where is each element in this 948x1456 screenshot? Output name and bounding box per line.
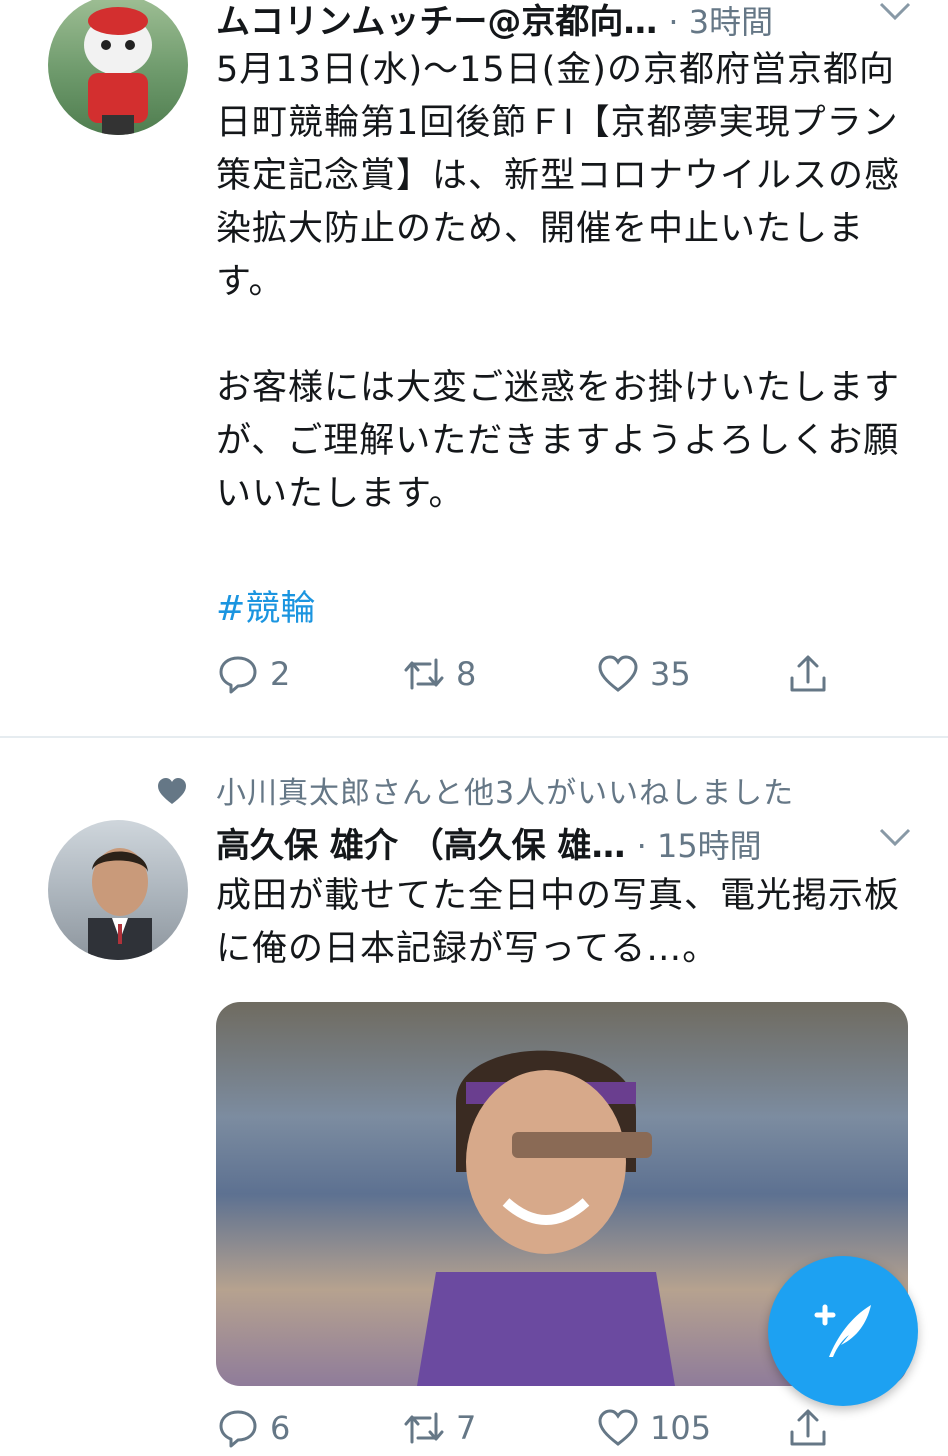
retweet-icon [404, 658, 444, 690]
hashtag-link[interactable]: #競輪 [216, 580, 315, 631]
tweet-timestamp[interactable]: · 15時間 [637, 827, 762, 865]
author-name[interactable]: 高久保 雄介 （高久保 雄… [216, 826, 626, 866]
tweet-header: 高久保 雄介 （高久保 雄… · 15時間 [216, 818, 762, 868]
share-icon [790, 655, 826, 692]
compose-tweet-button[interactable] [768, 1256, 918, 1406]
share-button[interactable] [786, 652, 840, 696]
tweet-text: 成田が載せてた全日中の写真、電光掲示板に俺の日本記録が写ってる…。 [216, 870, 916, 976]
like-count: 105 [650, 1409, 712, 1447]
social-context[interactable]: 小川真太郎さんと他3人がいいねしました [216, 768, 794, 812]
author-avatar[interactable] [48, 820, 188, 960]
like-button[interactable]: 105 [596, 1406, 711, 1450]
reply-count: 6 [270, 1409, 291, 1447]
tweet-text: 5月13日(水)〜15日(金)の京都府営京都向日町競輪第1回後節ＦⅠ【京都夢実現… [216, 44, 916, 521]
liked-heart-icon [158, 778, 186, 804]
athlete-photo [417, 1050, 675, 1386]
tweet-header: ムコリンムッチー@京都向… · 3時間 [216, 0, 773, 44]
author-avatar[interactable] [48, 0, 188, 135]
reply-icon [219, 1410, 257, 1448]
retweet-button[interactable]: 7 [402, 1406, 476, 1450]
chevron-down-icon[interactable] [878, 822, 912, 855]
tweet-actions: 2 8 35 [216, 652, 866, 702]
tweet-card[interactable]: ムコリンムッチー@京都向… · 3時間 5月13日(水)〜15日(金)の京都府営… [0, 0, 948, 736]
share-icon [790, 1409, 826, 1446]
heart-icon [598, 655, 638, 692]
like-count: 35 [650, 655, 691, 693]
tweet-paragraph: 成田が載せてた全日中の写真、電光掲示板に俺の日本記録が写ってる…。 [216, 876, 901, 969]
chevron-down-icon[interactable] [878, 0, 912, 29]
mascot-avatar-image [84, 7, 152, 135]
profile-photo-image [88, 848, 152, 960]
retweet-icon [404, 1412, 444, 1444]
reply-button[interactable]: 6 [216, 1406, 290, 1450]
reply-icon [219, 656, 257, 694]
compose-tweet-icon [814, 1304, 871, 1357]
like-button[interactable]: 35 [596, 652, 691, 696]
heart-icon [598, 1409, 638, 1446]
retweet-count: 8 [456, 655, 477, 693]
retweet-button[interactable]: 8 [402, 652, 476, 696]
tweet-actions: 6 7 105 [216, 1406, 866, 1456]
retweet-count: 7 [456, 1409, 477, 1447]
share-button[interactable] [786, 1406, 840, 1450]
reply-count: 2 [270, 655, 291, 693]
reply-button[interactable]: 2 [216, 652, 290, 696]
tweet-timestamp[interactable]: · 3時間 [668, 3, 773, 41]
author-name[interactable]: ムコリンムッチー@京都向… [216, 2, 657, 42]
tweet-paragraph: 5月13日(水)〜15日(金)の京都府営京都向日町競輪第1回後節ＦⅠ【京都夢実現… [216, 50, 901, 302]
tweet-paragraph: お客様には大変ご迷惑をお掛けいたしますが、ご理解いただきますようよろしくお願いい… [216, 368, 901, 514]
